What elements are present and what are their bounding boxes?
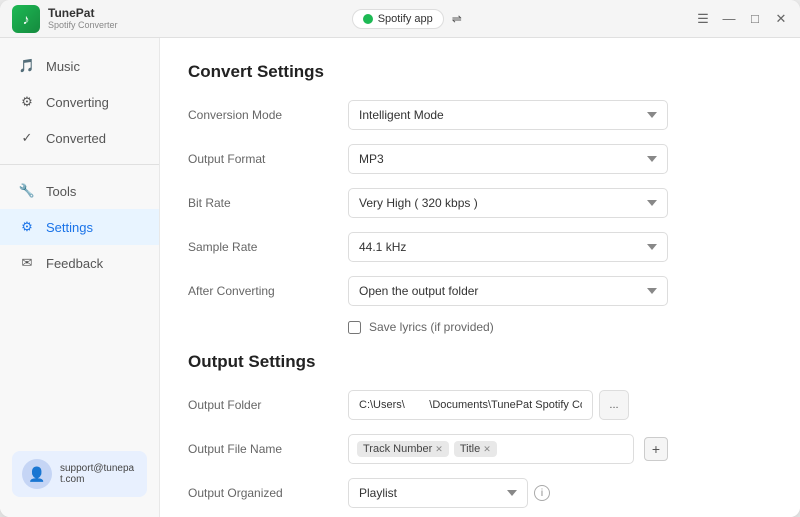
title-bar-left: ♪ TunePat Spotify Converter <box>12 5 118 33</box>
menu-button[interactable]: ☰ <box>696 12 710 26</box>
app-title-block: TunePat Spotify Converter <box>48 6 118 31</box>
app-body: 🎵 Music ⚙ Converting ✓ Converted 🔧 Tools… <box>0 38 800 517</box>
after-converting-row: After Converting Open the output folderD… <box>188 276 772 306</box>
sidebar-item-settings[interactable]: ⚙ Settings <box>0 209 159 245</box>
maximize-button[interactable]: □ <box>748 12 762 26</box>
output-format-control: MP3AACFLACWAV <box>348 144 668 174</box>
user-card[interactable]: 👤 support@tunepat.com <box>12 451 147 497</box>
converted-icon: ✓ <box>18 129 36 147</box>
bit-rate-row: Bit Rate Very High ( 320 kbps )High ( 25… <box>188 188 772 218</box>
sample-rate-row: Sample Rate 44.1 kHz48 kHz96 kHz <box>188 232 772 262</box>
output-file-name-label: Output File Name <box>188 442 348 456</box>
output-folder-row: Output Folder ... <box>188 390 772 420</box>
sidebar-bottom: 👤 support@tunepat.com <box>0 441 159 507</box>
tag-title-label: Title <box>460 443 480 455</box>
converting-icon: ⚙ <box>18 93 36 111</box>
conversion-mode-row: Conversion Mode Intelligent ModeYouTube … <box>188 100 772 130</box>
convert-settings-title: Convert Settings <box>188 62 772 82</box>
sample-rate-select[interactable]: 44.1 kHz48 kHz96 kHz <box>348 232 668 262</box>
spotify-dot <box>363 14 373 24</box>
tag-title-close[interactable]: ✕ <box>483 444 491 455</box>
sidebar-label-music: Music <box>46 59 80 74</box>
sidebar-label-tools: Tools <box>46 184 76 199</box>
sidebar-divider <box>0 164 159 165</box>
sidebar-label-feedback: Feedback <box>46 256 103 271</box>
output-file-name-control: Track Number ✕ Title ✕ + <box>348 434 668 464</box>
app-name: TunePat <box>48 6 118 20</box>
sidebar-item-converted[interactable]: ✓ Converted <box>0 120 159 156</box>
output-folder-input[interactable] <box>348 390 593 420</box>
output-folder-browse-button[interactable]: ... <box>599 390 629 420</box>
source-label: Spotify app <box>378 13 433 25</box>
app-icon-char: ♪ <box>23 11 30 27</box>
title-bar-right: ☰ — □ ✕ <box>696 12 788 26</box>
output-folder-control: ... <box>348 390 668 420</box>
output-file-name-row: Output File Name Track Number ✕ Title ✕ … <box>188 434 772 464</box>
conversion-mode-label: Conversion Mode <box>188 108 348 122</box>
music-icon: 🎵 <box>18 57 36 75</box>
minimize-button[interactable]: — <box>722 12 736 26</box>
main-content: Convert Settings Conversion Mode Intelli… <box>160 38 800 517</box>
bit-rate-select[interactable]: Very High ( 320 kbps )High ( 256 kbps )M… <box>348 188 668 218</box>
sidebar-item-converting[interactable]: ⚙ Converting <box>0 84 159 120</box>
output-organized-label: Output Organized <box>188 486 348 500</box>
sample-rate-label: Sample Rate <box>188 240 348 254</box>
sample-rate-control: 44.1 kHz48 kHz96 kHz <box>348 232 668 262</box>
after-converting-select[interactable]: Open the output folderDo nothingShut dow… <box>348 276 668 306</box>
sidebar-label-settings: Settings <box>46 220 93 235</box>
tag-track-number: Track Number ✕ <box>357 441 449 457</box>
bit-rate-label: Bit Rate <box>188 196 348 210</box>
add-tag-button[interactable]: + <box>644 437 668 461</box>
sidebar-item-tools[interactable]: 🔧 Tools <box>0 173 159 209</box>
sidebar-item-music[interactable]: 🎵 Music <box>0 48 159 84</box>
app-subtitle: Spotify Converter <box>48 20 118 31</box>
sidebar: 🎵 Music ⚙ Converting ✓ Converted 🔧 Tools… <box>0 38 160 517</box>
tools-icon: 🔧 <box>18 182 36 200</box>
after-converting-label: After Converting <box>188 284 348 298</box>
feedback-icon: ✉ <box>18 254 36 272</box>
title-bar: ♪ TunePat Spotify Converter Spotify app … <box>0 0 800 38</box>
output-organized-info-icon[interactable]: i <box>534 485 550 501</box>
settings-icon: ⚙ <box>18 218 36 236</box>
output-format-row: Output Format MP3AACFLACWAV <box>188 144 772 174</box>
tags-input-container: Track Number ✕ Title ✕ <box>348 434 634 464</box>
bit-rate-control: Very High ( 320 kbps )High ( 256 kbps )M… <box>348 188 668 218</box>
tag-track-number-label: Track Number <box>363 443 432 455</box>
sidebar-label-converted: Converted <box>46 131 106 146</box>
user-email: support@tunepat.com <box>60 463 137 485</box>
output-format-label: Output Format <box>188 152 348 166</box>
user-avatar: 👤 <box>22 459 52 489</box>
conversion-mode-select[interactable]: Intelligent ModeYouTube Mode <box>348 100 668 130</box>
save-lyrics-row: Save lyrics (if provided) <box>348 320 772 334</box>
tag-track-number-close[interactable]: ✕ <box>435 444 443 455</box>
output-organized-select[interactable]: PlaylistArtistAlbumNone <box>348 478 528 508</box>
sidebar-label-converting: Converting <box>46 95 109 110</box>
conversion-mode-control: Intelligent ModeYouTube Mode <box>348 100 668 130</box>
title-bar-center: Spotify app ⇌ <box>352 9 462 29</box>
after-converting-control: Open the output folderDo nothingShut dow… <box>348 276 668 306</box>
save-lyrics-checkbox[interactable] <box>348 321 361 334</box>
output-folder-label: Output Folder <box>188 398 348 412</box>
output-format-select[interactable]: MP3AACFLACWAV <box>348 144 668 174</box>
close-button[interactable]: ✕ <box>774 12 788 26</box>
source-badge[interactable]: Spotify app <box>352 9 444 29</box>
tag-title: Title ✕ <box>454 441 497 457</box>
output-organized-row: Output Organized PlaylistArtistAlbumNone… <box>188 478 772 508</box>
switch-icon[interactable]: ⇌ <box>452 12 462 26</box>
app-window: ♪ TunePat Spotify Converter Spotify app … <box>0 0 800 517</box>
app-icon: ♪ <box>12 5 40 33</box>
output-settings-title: Output Settings <box>188 352 772 372</box>
save-lyrics-label: Save lyrics (if provided) <box>369 320 494 334</box>
sidebar-item-feedback[interactable]: ✉ Feedback <box>0 245 159 281</box>
